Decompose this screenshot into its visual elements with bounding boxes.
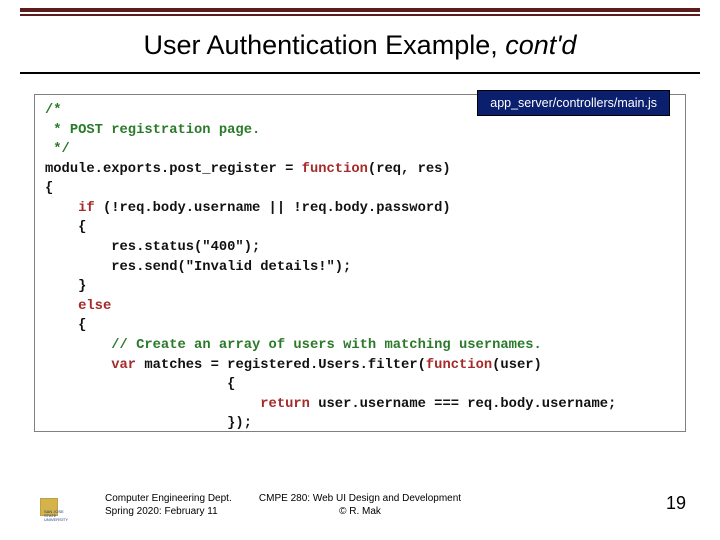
code-line: {	[45, 318, 86, 333]
code-line	[45, 397, 260, 412]
file-path-badge: app_server/controllers/main.js	[477, 90, 670, 116]
code-line: {	[45, 377, 235, 392]
code-line: * POST registration page.	[45, 123, 260, 138]
code-line	[45, 338, 111, 353]
code-line: res.send("Invalid details!");	[45, 260, 351, 275]
code-keyword: function	[426, 358, 492, 373]
code-keyword: function	[302, 162, 368, 177]
code-line: {	[45, 181, 53, 196]
code-line: res.status("400");	[45, 240, 260, 255]
title-underline	[20, 72, 700, 74]
title-main: User Authentication Example,	[144, 30, 506, 60]
footer-center: CMPE 280: Web UI Design and Development …	[0, 493, 720, 518]
footer-course: CMPE 280: Web UI Design and Development	[259, 493, 461, 504]
code-line: /*	[45, 103, 62, 118]
code-line: }	[45, 279, 86, 294]
page-number: 19	[666, 493, 686, 514]
code-comment: // Create an array of users with matchin…	[111, 338, 542, 353]
code-line	[45, 358, 111, 373]
code-keyword: if	[78, 201, 95, 216]
code-line: (!req.body.username || !req.body.passwor…	[95, 201, 451, 216]
slide-title: User Authentication Example, cont'd	[0, 30, 720, 61]
code-line: */	[45, 142, 70, 157]
footer: SAN JOSE STATE UNIVERSITY Computer Engin…	[0, 484, 720, 524]
title-contd: cont'd	[505, 30, 576, 60]
code-line: (req, res)	[368, 162, 451, 177]
code-line: user.username === req.body.username;	[310, 397, 616, 412]
code-keyword: var	[111, 358, 136, 373]
code-box: /* * POST registration page. */ module.e…	[34, 94, 686, 432]
slide: User Authentication Example, cont'd app_…	[0, 0, 720, 540]
code-line: });	[45, 416, 252, 431]
footer-copyright: © R. Mak	[339, 506, 381, 517]
code-keyword: else	[78, 299, 111, 314]
top-stripe	[20, 8, 700, 18]
code-listing: /* * POST registration page. */ module.e…	[45, 101, 675, 434]
code-line: matches = registered.Users.filter(	[136, 358, 426, 373]
code-line: module.exports.post_register =	[45, 162, 302, 177]
code-line	[45, 299, 78, 314]
code-line: (user)	[492, 358, 542, 373]
code-line	[45, 201, 78, 216]
code-line: {	[45, 220, 86, 235]
code-keyword: return	[260, 397, 310, 412]
